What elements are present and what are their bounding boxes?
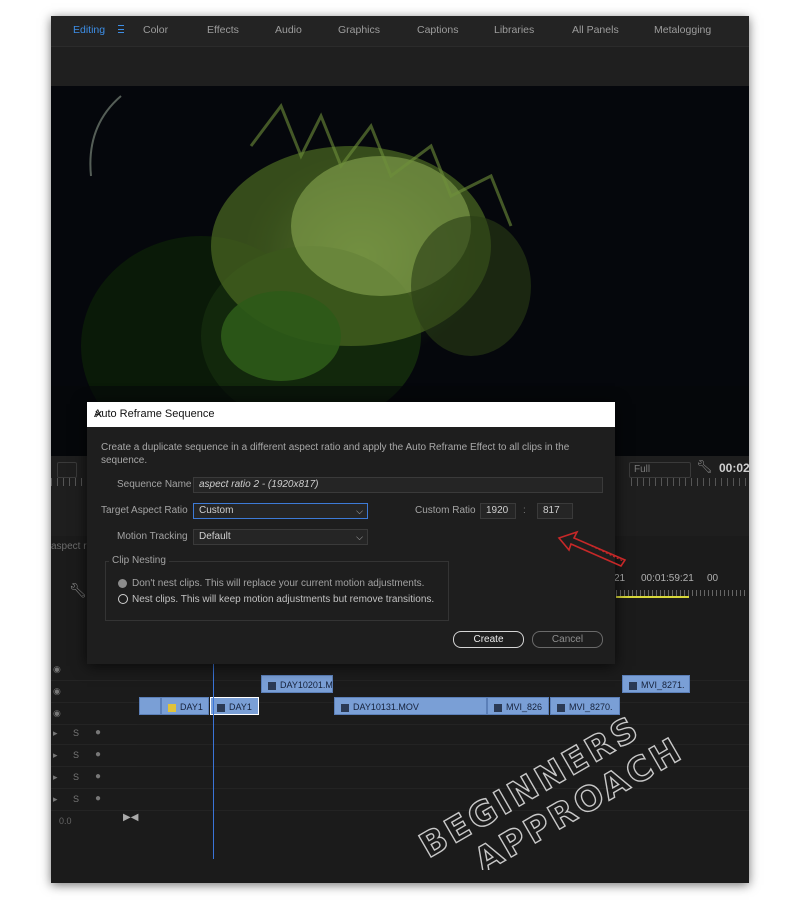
chevron-down-icon: ⌵ — [356, 506, 363, 516]
workspace-menu-icon[interactable] — [118, 25, 124, 33]
clip-nesting-group — [105, 561, 449, 621]
fx-icon — [268, 681, 276, 690]
chevron-down-icon: ⌵ — [356, 532, 363, 542]
mic-icon[interactable]: ● — [95, 727, 101, 738]
cancel-button[interactable]: Cancel — [532, 631, 603, 648]
timeline-timecode-1: 21 — [614, 573, 626, 584]
ratio-separator: : — [523, 505, 526, 516]
target-aspect-label: Target Aspect Ratio — [101, 505, 188, 516]
solo-button[interactable]: S — [73, 750, 79, 760]
custom-ratio-height-input[interactable]: 817 — [537, 503, 573, 519]
track-header-a1: ▸ S ● — [51, 724, 137, 745]
mic-icon[interactable]: ● — [95, 749, 101, 760]
eye-icon[interactable]: ◉ — [53, 664, 61, 675]
close-icon[interactable]: ✕ — [94, 408, 608, 421]
radio-no-nest[interactable] — [118, 579, 127, 588]
track-header-a2: ▸ S ● — [51, 746, 137, 767]
fx-icon — [168, 703, 176, 712]
sequence-name-label: Sequence Name — [117, 479, 192, 490]
tab-graphics[interactable]: Graphics — [338, 24, 380, 36]
program-timecode: 00:02 — [719, 461, 749, 475]
monitor-ruler-left — [51, 478, 87, 486]
tab-metalogging[interactable]: Metalogging — [654, 24, 711, 36]
clip-v1-1[interactable]: DAY1 — [161, 697, 209, 715]
track-header-a3: ▸ S ● — [51, 768, 137, 789]
custom-ratio-label: Custom Ratio — [415, 505, 476, 516]
go-to-end-icon[interactable]: ▶◀ — [123, 812, 138, 823]
target-aspect-select[interactable]: Custom ⌵ — [193, 503, 368, 519]
panel-header — [51, 46, 749, 87]
program-monitor-frame — [51, 86, 749, 456]
zoom-select[interactable]: Full — [629, 462, 691, 478]
fx-icon — [341, 703, 349, 712]
lock-icon[interactable]: ▸ — [53, 772, 58, 783]
clip-label: DAY10201.M — [280, 680, 333, 690]
clip-v2-1[interactable]: DAY10201.M — [261, 675, 333, 693]
dialog-title-bar: Auto Reframe Sequence ✕ — [87, 402, 615, 427]
watermark-logo: BEGINNERS APPROACH — [412, 707, 691, 870]
tab-color[interactable]: Color — [143, 24, 168, 36]
clip-v1-0[interactable] — [139, 697, 161, 715]
radio-no-nest-label: Don't nest clips. This will replace your… — [132, 578, 425, 589]
timeline-wrench-icon[interactable]: 🔧︎ — [69, 582, 87, 599]
clip-nesting-title: Clip Nesting — [109, 555, 169, 566]
custom-ratio-width-input[interactable]: 1920 — [480, 503, 516, 519]
annotation-arrow-icon — [557, 530, 627, 568]
track-header-v2: ◉ — [51, 682, 137, 703]
radio-nest-label: Nest clips. This will keep motion adjust… — [132, 594, 435, 605]
playhead-line[interactable] — [213, 662, 214, 859]
mic-icon[interactable]: ● — [95, 793, 101, 804]
master-volume-value: 0.0 — [59, 816, 72, 826]
monitor-ruler-right — [631, 478, 749, 486]
tab-all-panels[interactable]: All Panels — [572, 24, 619, 36]
clip-label: DAY1 — [229, 702, 252, 712]
auto-reframe-dialog: Auto Reframe Sequence ✕ Create a duplica… — [87, 402, 615, 664]
mic-icon[interactable]: ● — [95, 771, 101, 782]
tab-editing[interactable]: Editing — [73, 24, 105, 36]
target-aspect-value: Custom — [199, 505, 234, 516]
tab-captions[interactable]: Captions — [417, 24, 458, 36]
work-area-bar[interactable] — [616, 596, 689, 598]
lock-icon[interactable]: ▸ — [53, 750, 58, 761]
track-header-a4: ▸ S ● — [51, 790, 137, 811]
fx-icon — [217, 703, 225, 712]
clip-label: DAY1 — [180, 702, 203, 712]
solo-button[interactable]: S — [73, 794, 79, 804]
clip-v1-2[interactable]: DAY1 — [210, 697, 259, 715]
solo-button[interactable]: S — [73, 772, 79, 782]
dialog-description: Create a duplicate sequence in a differe… — [101, 442, 570, 466]
sequence-name-input[interactable]: aspect ratio 2 - (1920x817) — [193, 477, 603, 493]
eye-icon[interactable]: ◉ — [53, 708, 61, 719]
motion-tracking-select[interactable]: Default ⌵ — [193, 529, 368, 545]
lock-icon[interactable]: ▸ — [53, 794, 58, 805]
video-frame-image — [51, 95, 749, 456]
workspace-bar: Editing Color Effects Audio Graphics Cap… — [51, 16, 749, 46]
tab-libraries[interactable]: Libraries — [494, 24, 534, 36]
motion-tracking-value: Default — [199, 531, 231, 542]
timeline-timecode-3: 00 — [707, 573, 719, 584]
sequence-tab-label[interactable]: aspect r — [51, 541, 87, 552]
monitor-dropdown[interactable] — [57, 462, 77, 478]
tab-effects[interactable]: Effects — [207, 24, 239, 36]
solo-button[interactable]: S — [73, 728, 79, 738]
motion-tracking-label: Motion Tracking — [117, 531, 188, 542]
timeline-timecode-2: 00:01:59:21 — [641, 573, 694, 584]
create-button[interactable]: Create — [453, 631, 524, 648]
eye-icon[interactable]: ◉ — [53, 686, 61, 697]
track-header-v1: ◉ — [51, 704, 137, 725]
radio-nest[interactable] — [118, 594, 128, 604]
wrench-icon[interactable]: 🔧︎ — [696, 459, 713, 475]
tab-audio[interactable]: Audio — [275, 24, 302, 36]
lock-icon[interactable]: ▸ — [53, 728, 58, 739]
